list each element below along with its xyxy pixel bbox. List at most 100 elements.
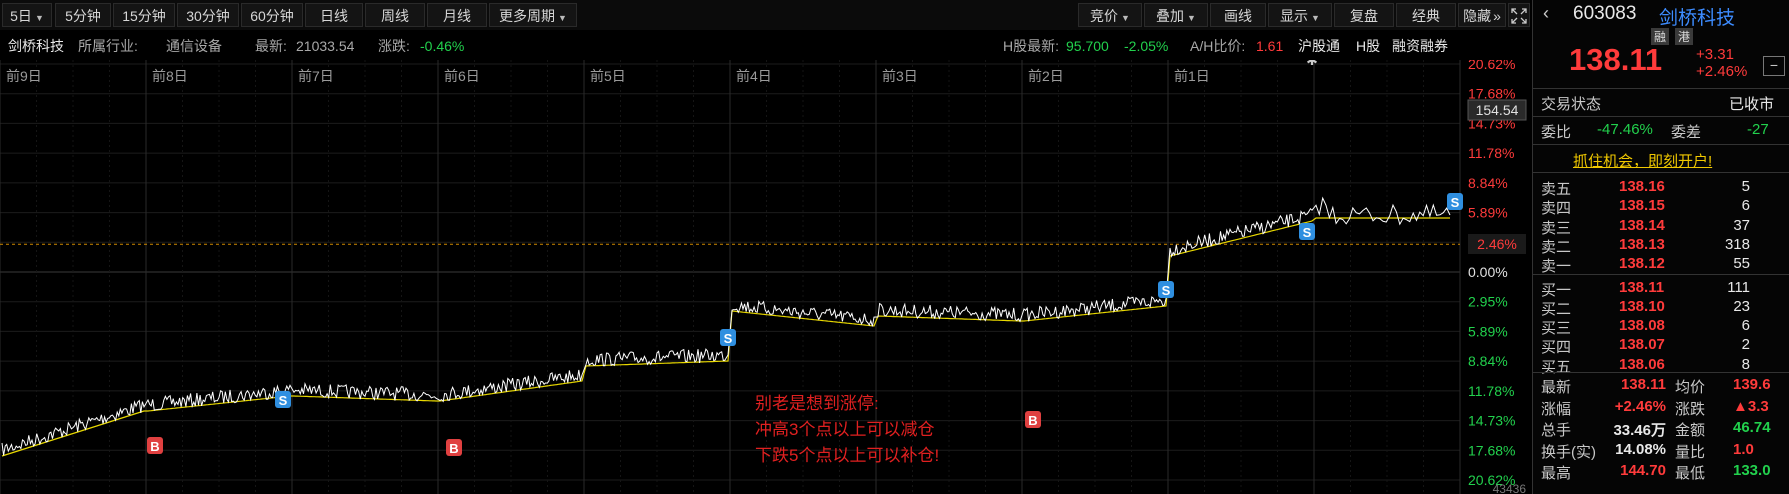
- chart-grid: [0, 60, 1461, 494]
- ask-level-volume: 37: [1733, 216, 1750, 234]
- h-share-change: -2.05%: [1124, 38, 1169, 54]
- stock-info-bar: 剑桥科技 所属行业: 通信设备 最新: 21033.54 涨跌: -0.46% …: [0, 34, 1530, 58]
- margin-trading-link[interactable]: 融资融券: [1392, 34, 1448, 58]
- period-daily-button[interactable]: 日线: [305, 3, 363, 27]
- quote-panel: ‹ 603083 剑桥科技 融 港 138.11 +3.31 +2.46% − …: [1532, 0, 1789, 494]
- stat-label: 涨幅: [1541, 400, 1572, 418]
- period-15min-button[interactable]: 15分钟: [113, 3, 175, 27]
- auction-dropdown[interactable]: 竞价 ▼: [1078, 3, 1142, 27]
- price-change-pct: +2.46%: [1696, 63, 1748, 80]
- marker-letter: S: [1162, 283, 1171, 298]
- ask-level-label: 卖二: [1541, 238, 1572, 256]
- bid-level-price: 138.06: [1619, 355, 1665, 373]
- bid-level-label: 买五: [1541, 358, 1572, 376]
- bid-level-label: 买三: [1541, 320, 1572, 338]
- latest-value: 21033.54: [296, 38, 355, 54]
- divider: [1533, 88, 1789, 89]
- stat-value: 1.0: [1733, 440, 1754, 458]
- industry-label: 所属行业:: [78, 38, 138, 54]
- period-weekly-button[interactable]: 周线: [365, 3, 425, 27]
- panel-stock-name[interactable]: 剑桥科技: [1659, 3, 1735, 30]
- expand-icon: [1511, 8, 1527, 24]
- chevron-down-icon: ▼: [34, 13, 44, 23]
- day-labels: 前9日 前8日 前7日 前6日 前5日 前4日 前3日 前2日 前1日: [6, 68, 1210, 84]
- hide-button[interactable]: 隐藏»: [1458, 3, 1506, 27]
- day-label: 前8日: [152, 68, 188, 84]
- double-chevron-right-icon: »: [1493, 8, 1501, 24]
- replay-button[interactable]: 复盘: [1334, 3, 1394, 27]
- marker-letter: B: [1028, 413, 1037, 428]
- bid-level-volume: 111: [1727, 278, 1750, 296]
- divider: [1533, 116, 1789, 117]
- stat-label: 最新: [1541, 379, 1572, 396]
- chevron-down-icon: ▼: [1311, 13, 1320, 23]
- stat-label: 总手: [1541, 422, 1572, 439]
- open-account-promo-link[interactable]: 抓住机会，即刻开户!: [1573, 150, 1712, 171]
- annotation-line-1: 别老是想到涨停:: [755, 394, 879, 413]
- bid-level-label: 买一: [1541, 281, 1572, 299]
- stat-label: 换手(实): [1541, 443, 1596, 461]
- ask-level-label: 卖四: [1541, 200, 1572, 218]
- fullscreen-button[interactable]: [1508, 3, 1530, 27]
- day-label: 前4日: [736, 68, 772, 84]
- bid-level-price: 138.10: [1619, 297, 1665, 315]
- divider: [1533, 144, 1789, 145]
- marker-letter: B: [150, 439, 159, 454]
- period-5d-label: 5日: [10, 8, 32, 24]
- more-periods-dropdown[interactable]: 更多周期 ▼: [489, 3, 577, 27]
- classic-button[interactable]: 经典: [1396, 3, 1456, 27]
- bid-level-volume: 23: [1733, 297, 1750, 315]
- ask-level-price: 138.12: [1619, 255, 1665, 273]
- trade-status-label: 交易状态: [1541, 96, 1602, 113]
- latest-label: 最新:: [255, 38, 287, 54]
- ask-level-volume: 5: [1741, 178, 1750, 195]
- marker-letter: S: [1451, 195, 1460, 210]
- stock-connect-link[interactable]: 沪股通: [1298, 34, 1340, 58]
- ah-ratio-label: A/H比价:: [1190, 38, 1246, 54]
- h-share-link[interactable]: H股: [1356, 34, 1380, 58]
- ask-level-label: 卖三: [1541, 219, 1572, 237]
- overlay-dropdown[interactable]: 叠加 ▼: [1144, 3, 1208, 27]
- right-axis: 20.62% 17.68% 14.73% 11.78% 8.84% 5.89% 0.00% 2…: [1468, 60, 1515, 488]
- current-price: 138.11: [1569, 42, 1663, 77]
- industry-value[interactable]: 通信设备: [166, 34, 222, 58]
- day-label: 前6日: [444, 68, 480, 84]
- axis-tick-label: 17.68%: [1468, 442, 1515, 458]
- back-chevron-icon[interactable]: ‹: [1543, 3, 1549, 24]
- intraday-5day-chart[interactable]: 前9日 前8日 前7日 前6日 前5日 前4日 前3日 前2日 前1日 20.62% 17.68%…: [0, 60, 1530, 494]
- marker-letter: S: [279, 393, 288, 408]
- stat-value: ▲3.3: [1733, 397, 1769, 415]
- axis-tick-label: 11.78%: [1468, 383, 1514, 399]
- bid-ratio-label: 委比: [1541, 124, 1572, 141]
- period-5min-button[interactable]: 5分钟: [55, 3, 111, 27]
- axis-tick-label: 2.95%: [1468, 294, 1508, 310]
- period-60min-button[interactable]: 60分钟: [241, 3, 303, 27]
- day-label: 前9日: [6, 68, 42, 84]
- axis-tick-label: 17.68%: [1468, 86, 1515, 102]
- stat-label: 量比: [1675, 443, 1706, 461]
- auction-label: 竞价: [1090, 8, 1119, 24]
- draw-line-button[interactable]: 画线: [1210, 3, 1266, 27]
- annotation-line-3: 下跌5个点以上可以补仓!: [755, 446, 939, 465]
- h-share-latest-value: 95.700: [1066, 38, 1109, 54]
- day-label: 前5日: [590, 68, 626, 84]
- period-30min-button[interactable]: 30分钟: [177, 3, 239, 27]
- price-tag-text: 154.54: [1476, 102, 1519, 118]
- chart-toolbar: 5日 ▼ 5分钟 15分钟 30分钟 60分钟 日线 周线 月线 更多周期 ▼ 竞价…: [0, 0, 1530, 30]
- period-monthly-button[interactable]: 月线: [427, 3, 487, 27]
- axis-tick-label: 8.84%: [1468, 175, 1508, 191]
- axis-tick-label: 20.62%: [1468, 60, 1515, 72]
- period-5d-dropdown[interactable]: 5日 ▼: [2, 3, 52, 27]
- stat-value: 46.74: [1733, 419, 1771, 436]
- bid-level-label: 买二: [1541, 300, 1572, 318]
- day-label: 前2日: [1028, 68, 1064, 84]
- overlay-label: 叠加: [1156, 8, 1185, 24]
- axis-tick-label: 5.89%: [1468, 323, 1508, 339]
- display-dropdown[interactable]: 显示 ▼: [1268, 3, 1332, 27]
- chevron-down-icon: ▼: [558, 13, 567, 23]
- collapse-button[interactable]: −: [1763, 56, 1785, 76]
- stat-value: 144.70: [1620, 462, 1666, 479]
- stat-label: 最低: [1675, 465, 1706, 482]
- volume-axis-label: 43436: [1493, 482, 1527, 494]
- trade-status-value: 已收市: [1729, 96, 1775, 113]
